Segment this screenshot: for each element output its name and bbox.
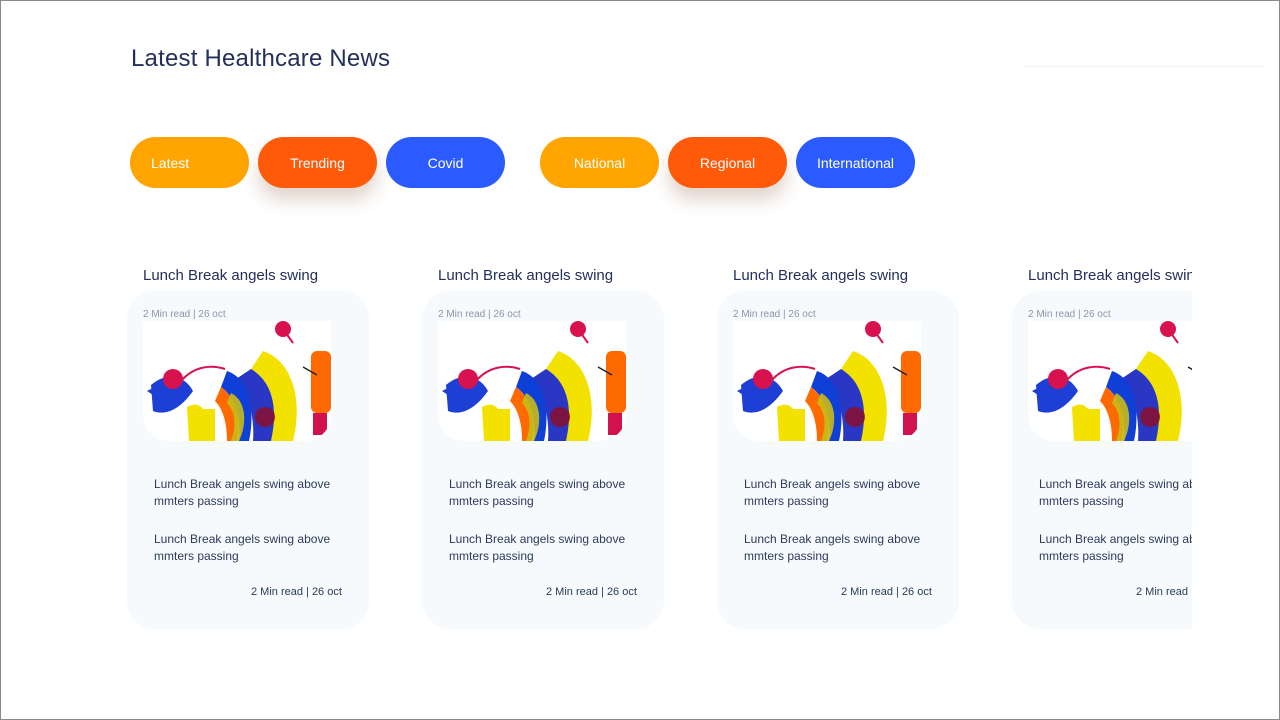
- read-time-meta: 2 Min read | 26 oct: [438, 309, 521, 320]
- news-excerpt: Lunch Break angels swing above mmters pa…: [744, 532, 921, 563]
- news-card[interactable]: 2 Min read | 26 oct Lunch Break angels s…: [127, 291, 369, 629]
- filter-national-button[interactable]: National: [540, 137, 659, 188]
- filter-latest-button[interactable]: Latest: [130, 137, 249, 188]
- news-excerpt: Lunch Break angels swing above mmters pa…: [449, 477, 626, 508]
- news-item: Lunch Break angels swing 2 Min read | 26…: [711, 251, 961, 651]
- read-time-meta: 2 Min read | 26 oct: [143, 309, 226, 320]
- news-image: [733, 321, 921, 441]
- read-time-meta: 2 Min read | 26 oct: [1136, 586, 1192, 598]
- news-card[interactable]: 2 Min read | 26 oct Lunch Break angels s…: [422, 291, 664, 629]
- page-title: Latest Healthcare News: [131, 45, 391, 72]
- page: Latest Healthcare News Latest Trending C…: [0, 0, 1280, 720]
- news-excerpt: Lunch Break angels swing above mmters pa…: [744, 477, 921, 508]
- divider: [1023, 66, 1265, 67]
- news-heading[interactable]: Lunch Break angels swing: [733, 267, 908, 284]
- filter-international-button[interactable]: International: [796, 137, 915, 188]
- news-item: Lunch Break angels swing 2 Min read | 26…: [1006, 251, 1192, 651]
- read-time-meta: 2 Min read | 26 oct: [251, 586, 342, 598]
- news-item: Lunch Break angels swing 2 Min read | 26…: [121, 251, 371, 651]
- read-time-meta: 2 Min read | 26 oct: [546, 586, 637, 598]
- news-excerpt: Lunch Break angels swing above mmters pa…: [1039, 477, 1192, 508]
- read-time-meta: 2 Min read | 26 oct: [733, 309, 816, 320]
- news-heading[interactable]: Lunch Break angels swing: [1028, 267, 1192, 284]
- read-time-meta: 2 Min read | 26 oct: [1028, 309, 1111, 320]
- news-heading[interactable]: Lunch Break angels swing: [438, 267, 613, 284]
- news-image: [143, 321, 331, 441]
- news-carousel[interactable]: Lunch Break angels swing 2 Min read | 26…: [121, 251, 1192, 651]
- news-excerpt: Lunch Break angels swing above mmters pa…: [1039, 532, 1192, 563]
- news-card[interactable]: 2 Min read | 26 oct Lunch Break angels s…: [1012, 291, 1192, 629]
- news-excerpt: Lunch Break angels swing above mmters pa…: [154, 477, 331, 508]
- filter-regional-button[interactable]: Regional: [668, 137, 787, 188]
- news-image: [1028, 321, 1192, 441]
- news-image: [438, 321, 626, 441]
- news-item: Lunch Break angels swing 2 Min read | 26…: [416, 251, 666, 651]
- news-excerpt: Lunch Break angels swing above mmters pa…: [154, 532, 331, 563]
- news-excerpt: Lunch Break angels swing above mmters pa…: [449, 532, 626, 563]
- read-time-meta: 2 Min read | 26 oct: [841, 586, 932, 598]
- filter-covid-button[interactable]: Covid: [386, 137, 505, 188]
- news-heading[interactable]: Lunch Break angels swing: [143, 267, 318, 284]
- news-card[interactable]: 2 Min read | 26 oct Lunch Break angels s…: [717, 291, 959, 629]
- filter-trending-button[interactable]: Trending: [258, 137, 377, 188]
